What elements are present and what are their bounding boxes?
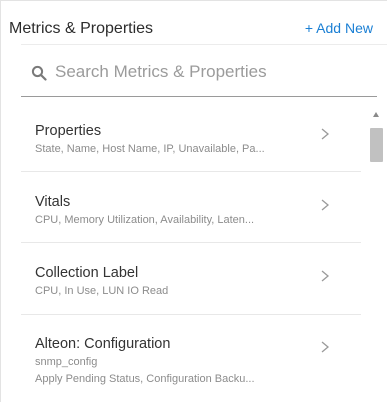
panel-header: Metrics & Properties + Add New [1,1,387,41]
list-item-subtitle: State, Name, Host Name, IP, Unavailable,… [35,143,265,155]
chevron-right-icon [319,127,331,140]
list-scrollbar[interactable] [369,109,387,402]
list-item-subtitle: CPU, Memory Utilization, Availability, L… [35,214,255,226]
list-item-collection-label[interactable]: Collection Label CPU, In Use, LUN IO Rea… [21,243,361,315]
scroll-thumb[interactable] [370,128,383,162]
list-item-title: Vitals [35,194,71,210]
list-item-title: Properties [35,123,102,139]
search-icon [31,65,47,81]
header-divider [21,44,387,45]
panel-title: Metrics & Properties [9,20,154,37]
list-item-title: Alteon: Configuration [35,336,171,352]
chevron-right-icon [319,198,331,211]
add-new-button[interactable]: + Add New [305,20,373,36]
scroll-up-arrow-icon[interactable] [373,112,379,117]
metrics-properties-panel: Metrics & Properties + Add New Propertie… [0,0,387,402]
chevron-right-icon [319,269,331,282]
list-item-alteon-configuration[interactable]: Alteon: Configuration snmp_config Apply … [21,315,361,402]
metrics-list: Properties State, Name, Host Name, IP, U… [21,99,361,402]
search-input[interactable] [55,59,355,85]
list-item-subtitle: CPU, In Use, LUN IO Read [35,285,169,297]
list-item-subtitle: snmp_config [35,356,98,368]
chevron-right-icon [319,340,331,353]
list-item-vitals[interactable]: Vitals CPU, Memory Utilization, Availabi… [21,172,361,243]
list-item-title: Collection Label [35,265,139,281]
list-item-subtitle-secondary: Apply Pending Status, Configuration Back… [35,373,255,385]
search-box[interactable] [21,47,377,97]
list-item-properties[interactable]: Properties State, Name, Host Name, IP, U… [21,99,361,172]
